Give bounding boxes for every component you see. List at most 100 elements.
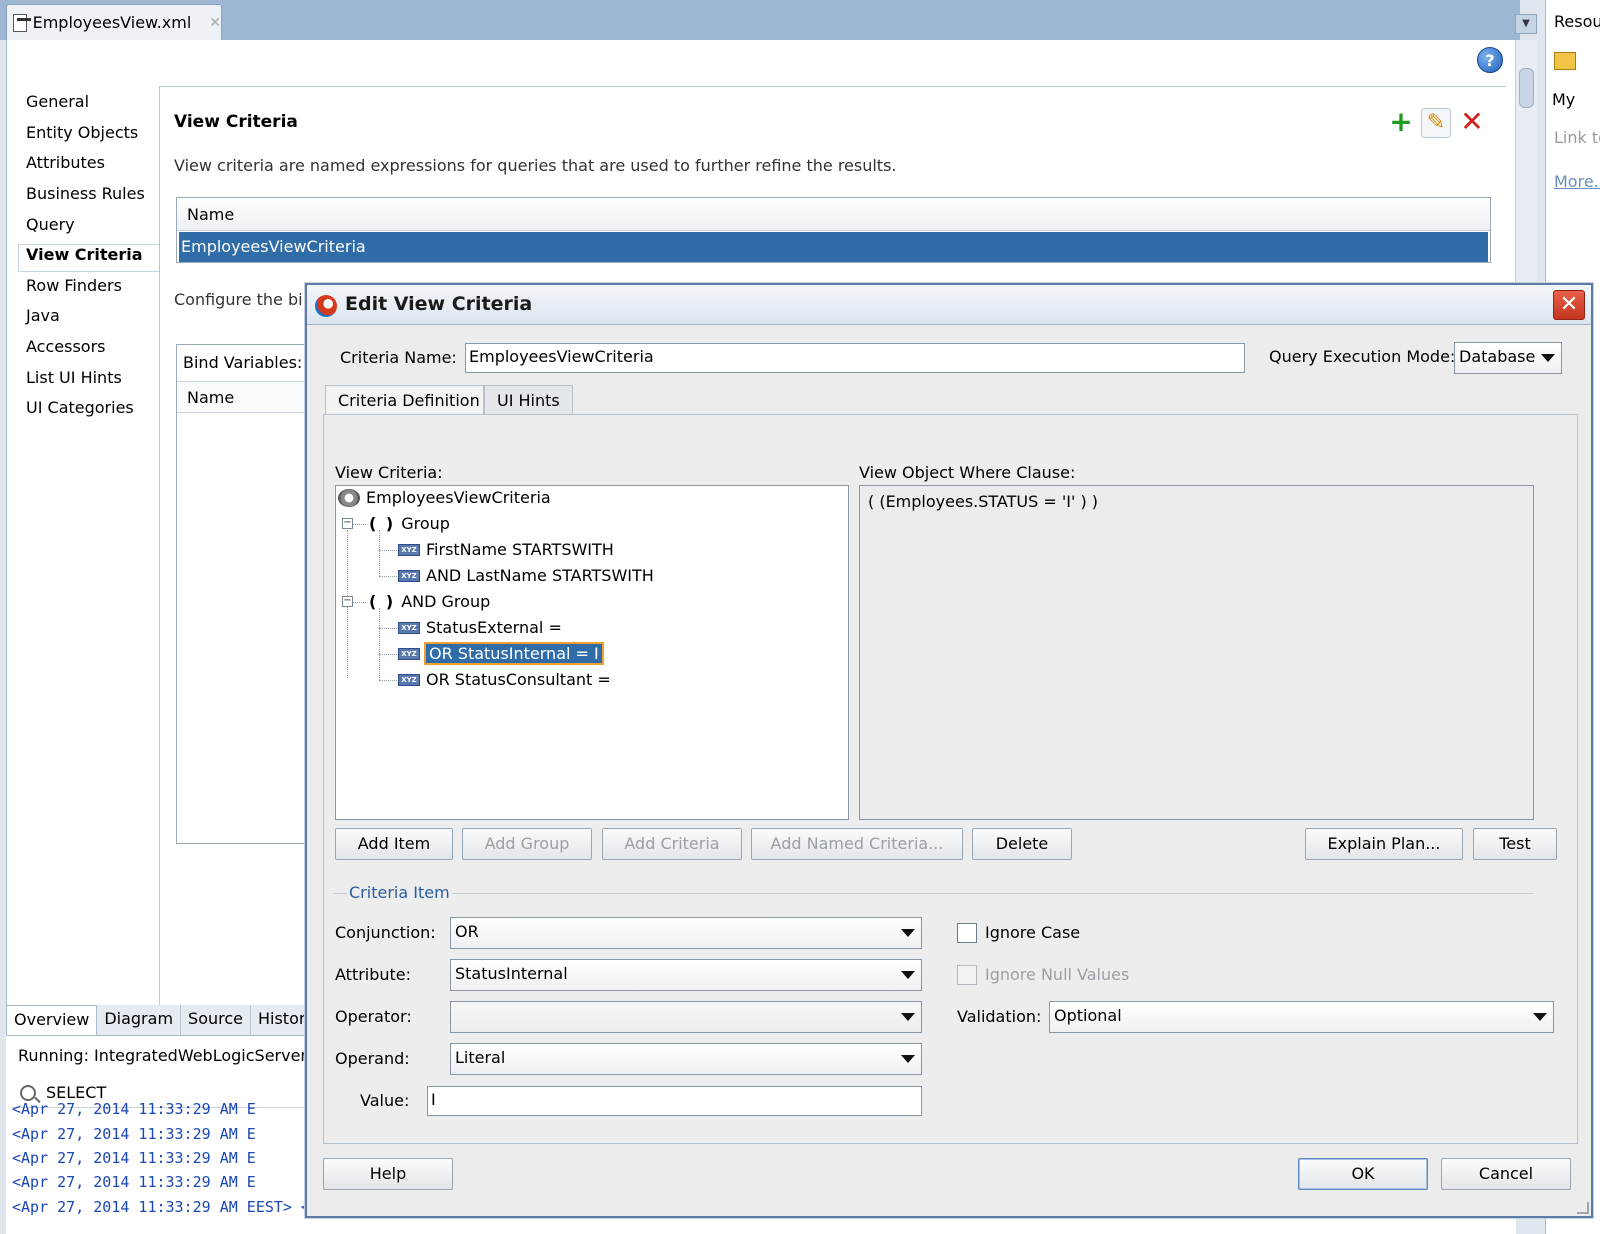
help-button[interactable]: Help (323, 1158, 453, 1190)
tree-root[interactable]: EmployeesViewCriteria (338, 488, 551, 507)
add-item-button[interactable]: Add Item (335, 828, 453, 860)
operator-label: Operator: (335, 1007, 412, 1026)
resize-grip-icon[interactable] (1577, 1202, 1589, 1214)
resources-title: Resou (1554, 12, 1600, 31)
tree-item[interactable]: XYZ StatusExternal = (398, 618, 562, 637)
delete-icon[interactable]: ✕ (1457, 108, 1487, 138)
xml-file-icon (13, 13, 31, 32)
value-input[interactable]: I (427, 1086, 922, 1116)
edit-view-criteria-dialog: Edit View Criteria ✕ Criteria Name: Empl… (305, 283, 1593, 1218)
nav-item-entity-objects[interactable]: Entity Objects (26, 123, 138, 142)
chevron-down-icon (1541, 354, 1555, 362)
folder-icon[interactable] (1554, 52, 1576, 70)
app-logo-icon (315, 295, 337, 317)
tab-ui-hints[interactable]: UI Hints (484, 385, 573, 415)
bind-variables-description: Configure the bin (174, 290, 313, 309)
nav-item-attributes[interactable]: Attributes (26, 153, 105, 172)
criteria-name-input[interactable]: EmployeesViewCriteria (465, 343, 1245, 373)
ignore-null-checkbox[interactable] (957, 965, 977, 985)
view-criteria-label: View Criteria: (335, 463, 443, 482)
log-line: <Apr 27, 2014 11:33:29 AM E (12, 1125, 256, 1143)
tree-item[interactable]: XYZ FirstName STARTSWITH (398, 540, 614, 559)
criteria-item-icon: XYZ (398, 673, 420, 686)
cancel-button[interactable]: Cancel (1441, 1158, 1571, 1190)
where-clause-text: ( (Employees.STATUS = 'I' ) ) (868, 492, 1099, 511)
tree-root-label: EmployeesViewCriteria (366, 488, 551, 507)
tree-item-label: FirstName STARTSWITH (426, 540, 614, 559)
tree-item-selected[interactable]: XYZ OR StatusInternal = I (398, 642, 604, 665)
explain-plan-button[interactable]: Explain Plan... (1305, 828, 1463, 860)
tab-overview[interactable]: Overview (6, 1005, 98, 1035)
add-criteria-button[interactable]: Add Criteria (602, 828, 742, 860)
add-group-button[interactable]: Add Group (462, 828, 592, 860)
operand-select[interactable]: Literal (450, 1043, 922, 1075)
file-tab-label: EmployeesView.xml (32, 13, 192, 32)
close-icon[interactable]: ✕ (1553, 290, 1585, 320)
tab-list-dropdown-icon[interactable]: ▼ (1515, 14, 1537, 34)
tab-criteria-definition[interactable]: Criteria Definition (325, 385, 484, 416)
chevron-down-icon (901, 971, 915, 979)
table-row[interactable]: EmployeesViewCriteria (179, 232, 1488, 262)
column-header-name[interactable]: Name (177, 381, 305, 413)
link-text[interactable]: Link to (1554, 128, 1600, 147)
attribute-select[interactable]: StatusInternal (450, 959, 922, 991)
help-icon[interactable]: ? (1477, 47, 1503, 73)
tree-group[interactable]: ( ) Group (369, 514, 450, 533)
conjunction-select[interactable]: OR (450, 917, 922, 949)
dialog-title: Edit View Criteria (345, 293, 533, 315)
where-clause-label: View Object Where Clause: (859, 463, 1076, 482)
tree-group[interactable]: ( ) AND Group (369, 592, 490, 611)
collapse-icon[interactable]: − (342, 596, 353, 607)
tree-item[interactable]: XYZ OR StatusConsultant = (398, 670, 611, 689)
value-label: Value: (360, 1091, 410, 1110)
add-icon[interactable]: + (1386, 108, 1416, 138)
operand-value: Literal (455, 1048, 506, 1067)
delete-button[interactable]: Delete (972, 828, 1072, 860)
log-line: <Apr 27, 2014 11:33:29 AM E (12, 1173, 256, 1191)
view-criteria-icon (338, 488, 360, 507)
query-mode-value: Database (1459, 347, 1536, 366)
log-title: Running: IntegratedWebLogicServer - (18, 1046, 318, 1065)
tree-item[interactable]: XYZ AND LastName STARTSWITH (398, 566, 654, 585)
my-catalogs-node[interactable]: My (1552, 90, 1575, 109)
dialog-titlebar[interactable]: Edit View Criteria ✕ (307, 285, 1591, 325)
tab-source[interactable]: Source (181, 1005, 251, 1035)
close-tab-icon[interactable]: ✕ (209, 15, 221, 31)
criteria-tree[interactable]: EmployeesViewCriteria − ( ) Group XYZ Fi… (335, 485, 849, 820)
operand-label: Operand: (335, 1049, 410, 1068)
bind-variables-table: Bind Variables: Name (176, 344, 306, 844)
validation-select[interactable]: Optional (1049, 1001, 1554, 1033)
query-mode-select[interactable]: Database (1454, 342, 1562, 374)
group-icon: ( ) (369, 592, 396, 611)
nav-item-list-ui-hints[interactable]: List UI Hints (26, 368, 122, 387)
add-named-criteria-button[interactable]: Add Named Criteria... (751, 828, 963, 860)
test-button[interactable]: Test (1473, 828, 1557, 860)
chevron-down-icon (901, 929, 915, 937)
ignore-case-label: Ignore Case (985, 923, 1081, 942)
operator-select[interactable] (450, 1001, 922, 1033)
view-criteria-table: Name EmployeesViewCriteria (176, 197, 1491, 263)
tree-item-label: AND LastName STARTSWITH (426, 566, 654, 585)
validation-value: Optional (1054, 1006, 1122, 1025)
criteria-item-icon: XYZ (398, 543, 420, 556)
collapse-icon[interactable]: − (342, 518, 353, 529)
more-link[interactable]: More... (1554, 172, 1600, 191)
file-tab[interactable]: EmployeesView.xml ✕ (6, 4, 222, 40)
ok-button[interactable]: OK (1298, 1158, 1428, 1190)
nav-item-query[interactable]: Query (26, 215, 75, 234)
search-icon (20, 1084, 36, 1101)
nav-item-business-rules[interactable]: Business Rules (26, 184, 145, 203)
chevron-down-icon (1533, 1013, 1547, 1021)
nav-item-view-criteria[interactable]: View Criteria (26, 245, 143, 264)
tab-diagram[interactable]: Diagram (97, 1005, 182, 1035)
nav-item-row-finders[interactable]: Row Finders (26, 276, 122, 295)
nav-item-accessors[interactable]: Accessors (26, 337, 105, 356)
pencil-icon[interactable]: ✎ (1421, 108, 1451, 138)
ignore-case-checkbox[interactable] (957, 923, 977, 943)
nav-item-java[interactable]: Java (26, 306, 60, 325)
validation-label: Validation: (957, 1007, 1042, 1026)
nav-item-ui-categories[interactable]: UI Categories (26, 398, 134, 417)
attribute-label: Attribute: (335, 965, 412, 984)
nav-item-general[interactable]: General (26, 92, 89, 111)
column-header-name[interactable]: Name (177, 198, 1490, 231)
